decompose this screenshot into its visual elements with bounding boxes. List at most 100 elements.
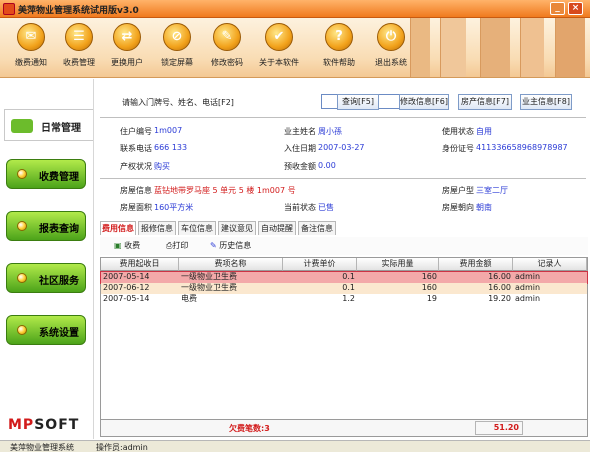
id-label: 身份证号 [442,144,474,153]
property-info-button[interactable]: 房产信息[F7] [458,94,512,110]
app-icon [3,3,15,15]
divider [100,178,586,179]
main-toolbar: ✉ 缴费通知 ☰ 收费管理 ⇄ 更换用户 ⊘ 锁定屏幕 ✎ 修改密码 ✔ 关于本软件? 软件帮助 ⏻ 退出系… [0,18,590,78]
status-app-name: 美萍物业管理系统 [10,443,74,452]
house-type-label: 房屋户型 [442,186,474,195]
table-row[interactable]: 2007-06-12 一级物业卫生费 0.1 160 16.00 admin [101,283,587,294]
table-cell-rec: admin [515,283,541,292]
ownership-value: 购买 [154,162,170,171]
arrow-icon [11,119,33,133]
modify-info-button[interactable]: 修改信息[F6] [399,94,449,110]
table-cell-name: 一级物业卫生费 [181,283,237,292]
prepaid-label: 预收金额 [284,162,316,171]
column-header[interactable]: 记录人 [513,258,587,271]
table-cell-qty: 19 [426,294,437,303]
sidebar-item-daily[interactable]: 日常管理 [4,109,93,141]
tab-fees[interactable]: 费用信息 [100,221,136,235]
power-icon: ⏻ [377,23,405,51]
history-button[interactable]: ✎ 历史信息 [210,240,251,251]
area-value: 160平方米 [154,203,194,212]
table-cell-amount: 16.00 [488,272,511,281]
charge-label: 收费 [124,241,141,250]
print-button[interactable]: ⎙打印 [166,240,188,251]
sidebar-item-settings[interactable]: 系统设置 [6,315,86,345]
owner-name-value: 周小孫 [318,127,342,136]
sidebar-item-label: 日常管理 [41,123,81,134]
toolbar-button-label: 修改密码 [211,58,243,67]
column-header[interactable]: 实际用量 [357,258,439,271]
table-cell-qty: 160 [421,272,437,281]
sidebar-item-label: 收费管理 [39,172,79,183]
toolbar-button-about[interactable]: ✔ 关于本软件 [250,21,308,76]
table-cell-date: 2007-05-14 [103,294,150,303]
close-button[interactable]: × [568,2,583,15]
toolbar-button-label: 退出系统 [375,58,407,67]
toolbar-button-label: 软件帮助 [323,58,355,67]
toolbar-button-help[interactable]: ? 软件帮助 [310,21,368,76]
minimize-button[interactable]: _ [550,2,565,15]
table-cell-date: 2007-06-12 [103,283,150,292]
table-cell-price: 0.1 [342,283,355,292]
table-cell-qty: 160 [421,283,437,292]
table-footer: 欠费笔数:3 51.20 [101,419,587,436]
column-header[interactable]: 计费单价 [283,258,357,271]
clipboard-icon: ☰ [65,23,93,51]
table-cell-name: 一级物业卫生费 [181,272,237,281]
sidebar-item-reports[interactable]: 报表查询 [6,211,86,241]
toolbar-button-power[interactable]: ⏻ 退出系统 [362,21,420,76]
current-status-value: 已售 [318,203,334,212]
status-bar: 美萍物业管理系统 操作员:admin [0,440,590,452]
sidebar-item-label: 社区服务 [39,276,79,287]
use-status-label: 使用状态 [442,127,474,136]
query-button[interactable]: 查询[F5] [337,94,379,110]
house-info-value: 蓝钻地带罗马座 5 单元 5 楼 1m007 号 [154,186,296,195]
notice-icon: ✉ [17,23,45,51]
company-logo: MPSOFT [8,417,79,433]
charge-button[interactable]: ▣ 收费 [114,240,140,251]
tab-suggestions[interactable]: 建议意见 [218,221,256,235]
history-icon: ✎ [210,241,217,250]
column-header[interactable]: 费用金额 [439,258,513,271]
prepaid-value: 0.00 [318,161,336,170]
table-cell-rec: admin [515,294,541,303]
sidebar-item-community[interactable]: 社区服务 [6,263,86,293]
fee-table: 费用起收日 费项名称 计费单价 实际用量 费用金额 记录人 2007-05-14 一级物业卫… [100,257,588,437]
move-in-label: 入住日期 [284,144,316,153]
about-icon: ✔ [265,23,293,51]
table-row[interactable]: 2007-05-14 一级物业卫生费 0.1 160 16.00 admin [100,271,588,284]
area-label: 房屋面积 [120,203,152,212]
bullet-icon [17,325,27,335]
charge-icon: ▣ [114,241,122,250]
use-status-value: 自用 [476,127,492,136]
arrears-count: 欠费笔数:3 [229,424,270,433]
table-cell-rec: admin [515,272,541,281]
table-cell-date: 2007-05-14 [103,272,150,281]
tab-repairs[interactable]: 报修信息 [138,221,176,235]
id-value: 411336658968978987 [476,143,568,152]
bullet-icon [17,221,27,231]
bullet-icon [17,169,27,179]
phone-value: 666 133 [154,143,188,152]
sidebar-item-label: 系统设置 [39,328,79,339]
lock-screen-icon: ⊘ [163,23,191,51]
toolbar-button-key[interactable]: ✎ 修改密码 [198,21,256,76]
tab-notes[interactable]: 备注信息 [298,221,336,235]
tab-parking[interactable]: 车位信息 [178,221,216,235]
table-cell-name: 电费 [181,294,197,303]
table-cell-price: 0.1 [342,272,355,281]
divider [100,117,586,118]
ownership-label: 产权状况 [120,162,152,171]
main-panel: 请输入门牌号、姓名、电话[F2] 查询[F5] 修改信息[F6] 房产信息[F7… [93,79,590,439]
house-type-value: 三室二厅 [476,186,508,195]
column-header[interactable]: 费项名称 [179,258,283,271]
tab-reminders[interactable]: 自动提醒 [258,221,296,235]
move-in-value: 2007-03-27 [318,143,365,152]
window-title: 美萍物业管理系统试用版v3.0 [18,6,139,16]
status-operator: 操作员:admin [96,443,148,452]
column-header[interactable]: 费用起收日 [101,258,179,271]
sidebar-item-charges[interactable]: 收费管理 [6,159,86,189]
orientation-label: 房屋朝向 [442,203,474,212]
user-no-label: 住户编号 [120,127,152,136]
table-row[interactable]: 2007-05-14 电费 1.2 19 19.20 admin [101,294,587,305]
owner-info-button[interactable]: 业主信息[F8] [520,94,572,110]
